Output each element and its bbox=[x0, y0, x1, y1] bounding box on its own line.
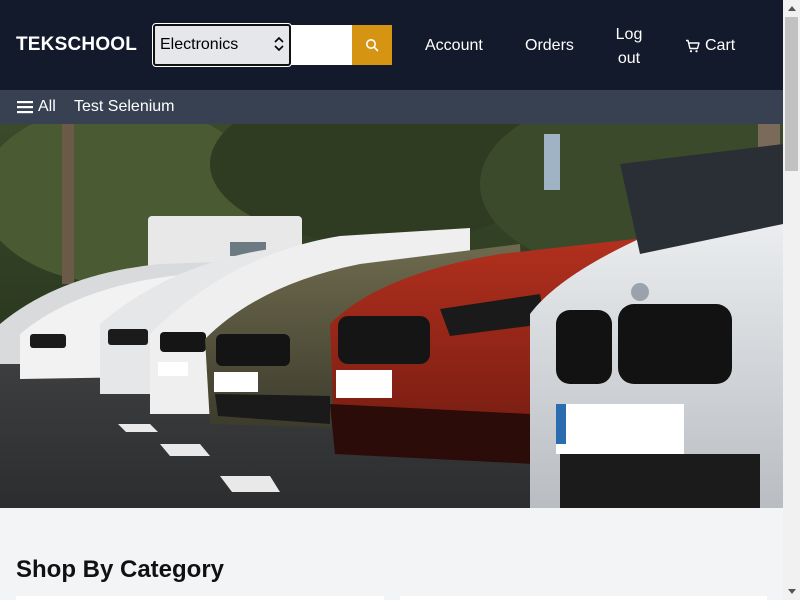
search-icon bbox=[366, 39, 379, 52]
test-selenium-link[interactable]: Test Selenium bbox=[74, 98, 175, 116]
top-header: TEKSCHOOL Electronics Account Orders Log… bbox=[0, 0, 783, 90]
category-card[interactable] bbox=[16, 596, 384, 600]
hero-banner bbox=[0, 124, 783, 508]
scroll-down-button[interactable] bbox=[783, 583, 800, 600]
caret-up-icon bbox=[787, 6, 796, 11]
cart-icon bbox=[686, 39, 700, 53]
cart-link[interactable]: Cart bbox=[685, 37, 735, 55]
cart-label: Cart bbox=[705, 37, 736, 54]
hero-image bbox=[0, 124, 783, 508]
category-card[interactable] bbox=[400, 596, 767, 600]
chevron-updown-icon bbox=[274, 36, 284, 52]
search-button[interactable] bbox=[352, 25, 392, 65]
scroll-up-button[interactable] bbox=[783, 0, 800, 17]
logout-label-line1: Log bbox=[615, 26, 643, 43]
search-input[interactable] bbox=[291, 25, 352, 65]
all-menu-label: All bbox=[38, 98, 56, 115]
vertical-scrollbar[interactable] bbox=[783, 0, 800, 600]
logout-link[interactable]: Log out bbox=[612, 23, 646, 71]
shop-by-category-heading: Shop By Category bbox=[16, 556, 225, 583]
hamburger-icon bbox=[17, 101, 33, 114]
sub-navigation: All Test Selenium bbox=[0, 90, 783, 124]
logout-label-line2: out bbox=[617, 50, 641, 67]
all-menu-button[interactable]: All bbox=[17, 98, 56, 116]
category-select-value: Electronics bbox=[160, 36, 239, 53]
orders-link[interactable]: Orders bbox=[525, 37, 574, 55]
account-link[interactable]: Account bbox=[425, 37, 483, 55]
scrollbar-thumb[interactable] bbox=[785, 17, 798, 171]
category-select[interactable]: Electronics bbox=[152, 23, 292, 67]
caret-down-icon bbox=[787, 589, 796, 594]
site-logo[interactable]: TEKSCHOOL bbox=[16, 34, 137, 56]
